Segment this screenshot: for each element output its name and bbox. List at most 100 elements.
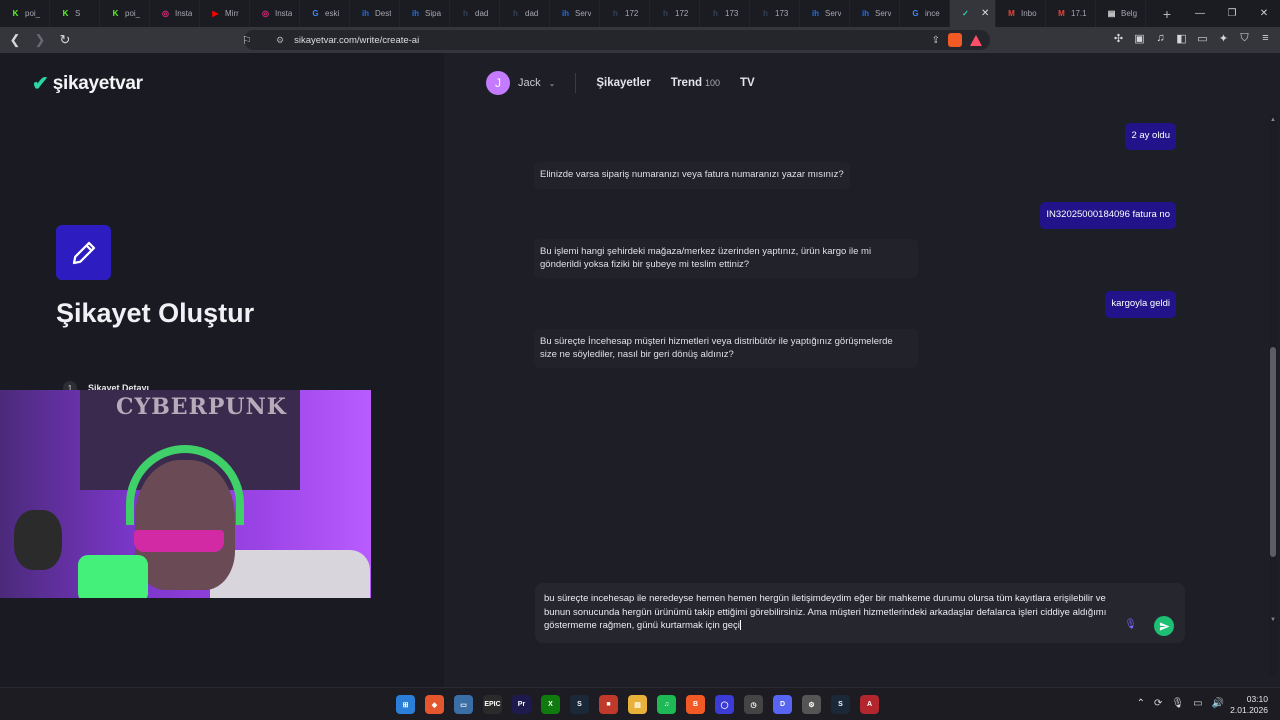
browser-tab[interactable]: h dad [450,0,500,27]
site-info-icon[interactable]: ⚙ [276,35,284,46]
tab-label: dad [475,9,489,18]
browser-tab[interactable]: h dad [500,0,550,27]
address-bar[interactable]: ⚐ ⚙ sikayetvar.com/write/create-ai ⇪ [242,30,990,50]
app-monitor-icon[interactable]: ▭ [454,695,473,714]
message-composer[interactable]: bu süreçte incehesap ile neredeyse hemen… [535,583,1185,643]
avatar[interactable]: J [486,71,510,95]
browser-tab[interactable]: ih Sipa [400,0,450,27]
tab-favicon-icon: G [312,9,319,18]
volume-icon[interactable]: 🔊 [1212,698,1224,709]
scrollbar-thumb[interactable] [1270,347,1276,557]
scroll-down-icon[interactable]: ▼ [1270,617,1276,623]
back-button[interactable]: ❮ [5,30,25,50]
tab-label: 172 [625,9,639,18]
minimize-button[interactable]: — [1184,0,1216,27]
nav-link-trend[interactable]: Trend 100 [671,77,720,89]
browser-tab[interactable]: ▤ Belg [1096,0,1146,27]
browser-tab[interactable]: Kpoi_ [0,0,50,27]
logo-check-icon: ✔ [32,73,49,95]
app-circle-icon[interactable]: ◯ [715,695,734,714]
browser-tab[interactable]: ih Dest [350,0,400,27]
menu-icon[interactable]: ≡ [1259,32,1272,45]
chevron-up-icon[interactable]: ⌃ [1137,698,1145,709]
epic-games-icon[interactable]: EPIC [483,695,502,714]
bookmark-icon[interactable]: ⚐ [242,34,252,47]
browser-tab[interactable]: Geski [300,0,350,27]
send-button[interactable] [1154,616,1174,636]
leo-ai-icon[interactable]: ✦ [1217,32,1230,45]
app-red-icon[interactable]: ■ [599,695,618,714]
browser-tab[interactable]: Gince [900,0,950,27]
browser-tab[interactable]: h 172 [600,0,650,27]
browser-tab[interactable]: ▶ Mirr [200,0,250,27]
sync-icon[interactable]: ⟳ [1154,698,1162,709]
xbox-icon[interactable]: X [541,695,560,714]
browser-tab[interactable]: h 172 [650,0,700,27]
media-icon[interactable]: ♫ [1154,32,1167,45]
steam-icon[interactable]: S [570,695,589,714]
browser-tab[interactable]: h 173 [750,0,800,27]
tab-strip: Kpoi_ K S Kpoi_ ◎ Insta ▶ Mirr ◎ Insta Geski ih Dest… [0,0,1280,27]
browser-tab[interactable]: M Inbo [996,0,1046,27]
browser-tab[interactable]: ih Serv [850,0,900,27]
poster-text: CYBERPUNK [116,394,287,420]
browser-tab[interactable]: ◎ Insta [150,0,200,27]
close-window-button[interactable]: ✕ [1248,0,1280,27]
settings-icon[interactable]: ⚙ [802,695,821,714]
chevron-down-icon[interactable]: ⌄ [549,79,556,88]
maximize-button[interactable]: ❐ [1216,0,1248,27]
microphone-icon[interactable]: 🎙 [1124,619,1137,630]
message-input[interactable]: bu süreçte incehesap ile neredeyse hemen… [544,592,1124,633]
share-icon[interactable]: ⇪ [932,35,940,46]
file-explorer-icon[interactable]: ▤ [628,695,647,714]
sidebar-icon[interactable]: ◧ [1175,32,1188,45]
brave-icon[interactable]: B [686,695,705,714]
browser-tab[interactable]: ih Serv [800,0,850,27]
tab-favicon-icon: K [12,9,19,18]
page-title: Şikayet Oluştur [56,298,255,328]
clock[interactable]: 03:10 2.01.2026 [1230,694,1268,716]
forward-button[interactable]: ❯ [30,30,50,50]
premiere-pro-icon[interactable]: Pr [512,695,531,714]
tab-label: Belg [1121,9,1138,18]
username[interactable]: Jack [518,77,541,89]
browser-tab[interactable]: ✓ ✕ [950,0,996,27]
network-icon[interactable]: ▭ [1193,698,1202,709]
wallet-icon[interactable]: ▭ [1196,32,1209,45]
url-text[interactable]: sikayetvar.com/write/create-ai [294,35,419,46]
extensions-icon[interactable]: ✣ [1112,32,1125,45]
mic-tray-icon[interactable]: 🎙 [1171,698,1184,709]
browser-tab[interactable]: ih Serv [550,0,600,27]
site-logo[interactable]: ✔ şikayetvar [32,71,143,96]
browser-tab[interactable]: h 173 [700,0,750,27]
app-red-2-icon[interactable]: A [860,695,879,714]
vpn-icon[interactable]: ⛉ [1238,32,1251,45]
start-icon[interactable]: ⊞ [396,695,415,714]
tab-favicon-icon: h [463,9,468,18]
brave-shields-icon[interactable] [948,33,962,47]
browser-tab[interactable]: M 17.1 [1046,0,1096,27]
browser-tab[interactable]: ◎ Insta [250,0,300,27]
reload-button[interactable]: ↻ [55,30,75,50]
app-clock-icon[interactable]: ◷ [744,695,763,714]
close-tab-icon[interactable]: ✕ [981,8,989,19]
tab-label: poi_ [25,9,41,18]
nav-link-tv[interactable]: TV [740,77,755,89]
tab-favicon-icon: ◎ [162,9,169,18]
brave-rewards-icon[interactable] [970,34,982,46]
pencil-icon [56,225,111,280]
app-orange-icon[interactable]: ◆ [425,695,444,714]
nav-link-complaints[interactable]: Şikayetler [596,77,650,89]
scroll-up-icon[interactable]: ▲ [1270,117,1276,123]
tab-label: dad [525,9,539,18]
steam-2-icon[interactable]: S [831,695,850,714]
chat-scrollbar[interactable] [1269,115,1277,675]
browser-tab[interactable]: Kpoi_ [100,0,150,27]
screenshot-icon[interactable]: ▣ [1133,32,1146,45]
draft-text: bu süreçte incehesap ile neredeyse hemen… [544,593,1107,631]
spotify-icon[interactable]: ♫ [657,695,676,714]
browser-tab[interactable]: KS [50,0,100,27]
discord-icon[interactable]: D [773,695,792,714]
new-tab-button[interactable]: + [1158,6,1176,22]
nav-divider [575,73,577,93]
